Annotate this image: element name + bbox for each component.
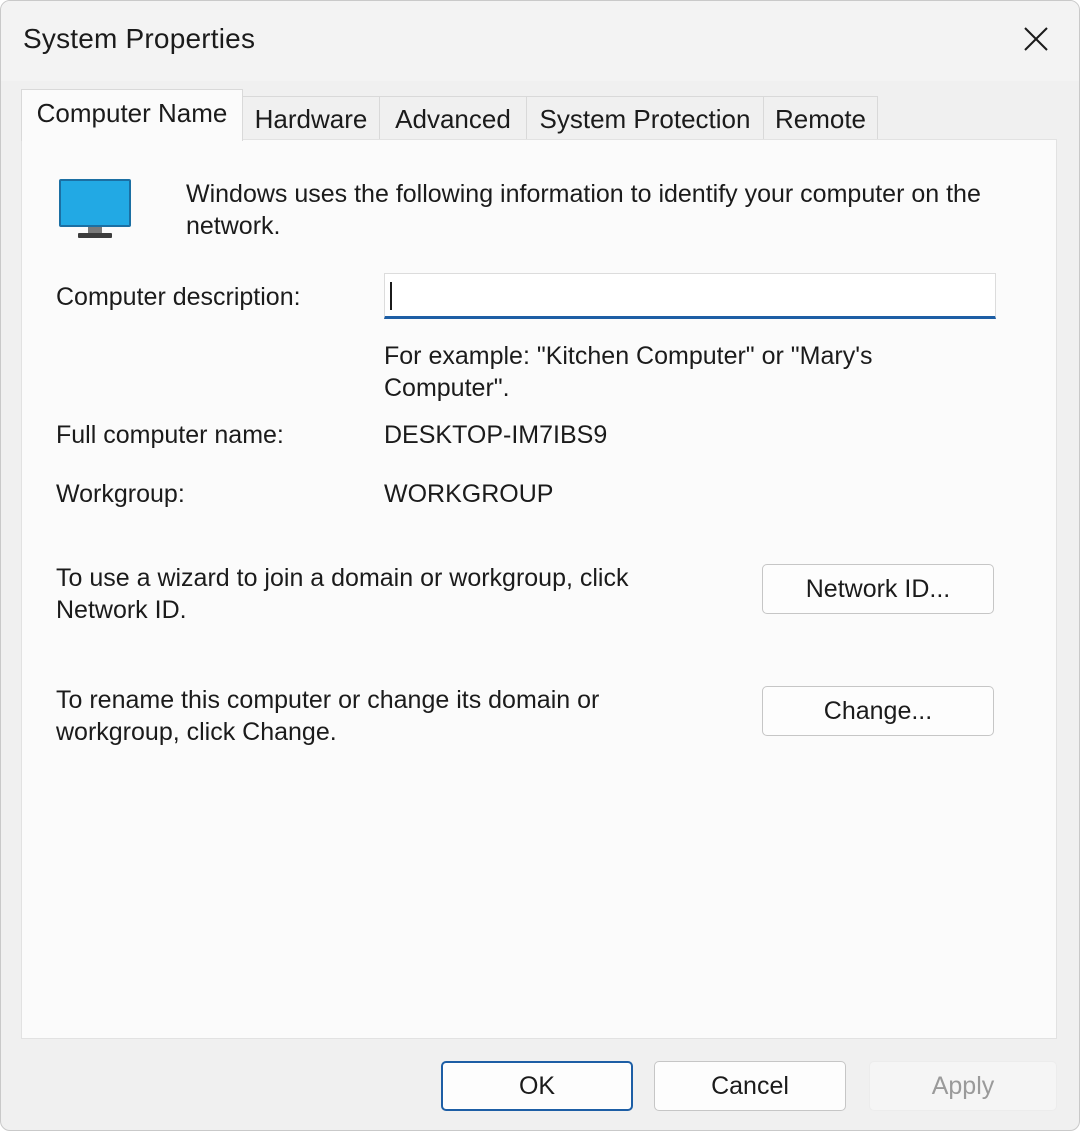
title-bar[interactable]: System Properties bbox=[1, 1, 1079, 81]
tab-advanced[interactable]: Advanced bbox=[379, 96, 527, 140]
cancel-button[interactable]: Cancel bbox=[654, 1061, 846, 1111]
change-description: To rename this computer or change its do… bbox=[56, 686, 600, 746]
network-id-button[interactable]: Network ID... bbox=[762, 564, 994, 614]
change-button[interactable]: Change... bbox=[762, 686, 994, 736]
workgroup-label: Workgroup: bbox=[56, 480, 185, 508]
close-button[interactable] bbox=[993, 1, 1079, 77]
tab-hardware[interactable]: Hardware bbox=[242, 96, 380, 140]
tab-system-protection[interactable]: System Protection bbox=[526, 96, 764, 140]
text-caret bbox=[390, 282, 392, 310]
close-icon bbox=[1024, 27, 1048, 51]
full-computer-name-value: DESKTOP-IM7IBS9 bbox=[384, 421, 608, 449]
full-computer-name-label: Full computer name: bbox=[56, 421, 284, 449]
monitor-icon bbox=[59, 179, 131, 238]
ok-button[interactable]: OK bbox=[441, 1061, 633, 1111]
tab-computer-name[interactable]: Computer Name bbox=[21, 89, 243, 141]
tab-remote[interactable]: Remote bbox=[763, 96, 878, 140]
intro-text: Windows uses the following information t… bbox=[186, 180, 981, 240]
description-example-text: For example: "Kitchen Computer" or "Mary… bbox=[384, 342, 873, 402]
computer-name-panel: Windows uses the following information t… bbox=[21, 139, 1057, 1039]
window-title: System Properties bbox=[23, 23, 256, 54]
apply-button[interactable]: Apply bbox=[869, 1061, 1057, 1111]
computer-description-input[interactable] bbox=[384, 273, 996, 319]
system-properties-dialog: System Properties Computer Name Hardware… bbox=[0, 0, 1080, 1131]
workgroup-value: WORKGROUP bbox=[384, 480, 554, 508]
network-id-description: To use a wizard to join a domain or work… bbox=[56, 564, 629, 624]
computer-description-label: Computer description: bbox=[56, 283, 301, 311]
